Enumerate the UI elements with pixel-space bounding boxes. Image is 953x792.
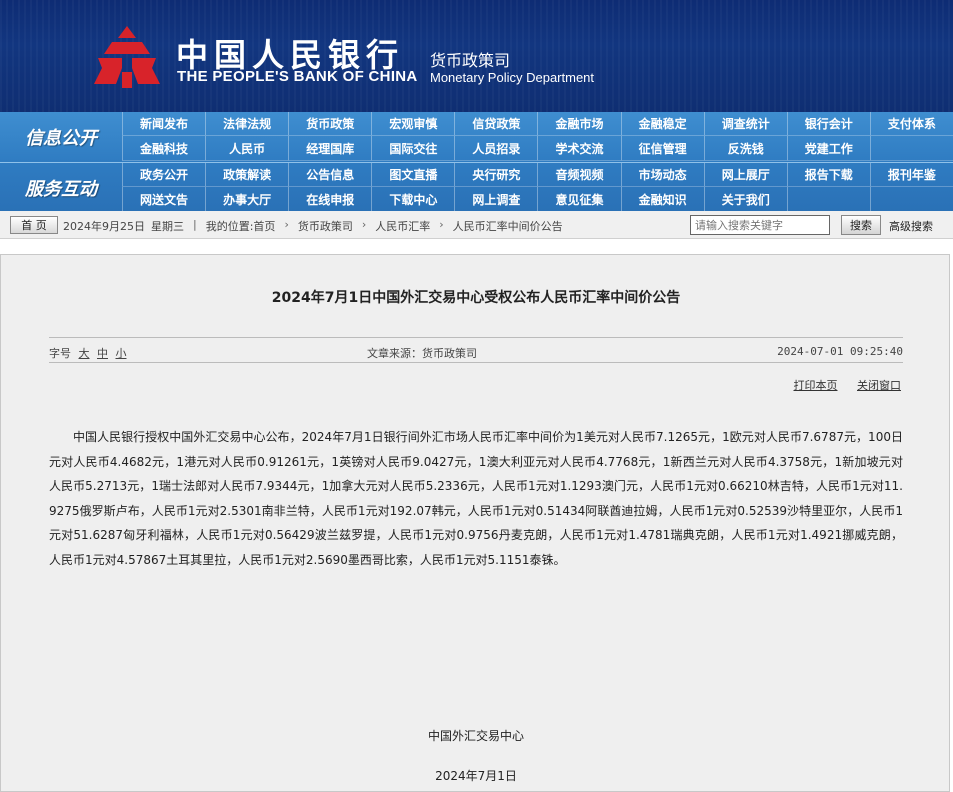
nav-service-item-9[interactable]: 报刊年鉴 xyxy=(869,163,953,187)
nav-service-title: 服务互动 xyxy=(25,178,97,200)
nav-info-item-15[interactable]: 学术交流 xyxy=(537,136,621,161)
nav-service-item-3[interactable]: 图文直播 xyxy=(371,163,455,187)
article-meta: 字号 大 中 小 文章来源：货币政策司 2024-07-01 09:25:40 xyxy=(49,337,903,363)
nav-service-item-5[interactable]: 音频视频 xyxy=(537,163,621,187)
nav-service-item-11[interactable]: 办事大厅 xyxy=(205,187,289,212)
close-window-link[interactable]: 关闭窗口 xyxy=(857,379,901,392)
nav-info-empty-cell xyxy=(869,136,953,161)
separator: | xyxy=(193,218,197,231)
nav-info-item-11[interactable]: 人民币 xyxy=(205,136,289,161)
nav-info-item-3[interactable]: 宏观审慎 xyxy=(371,112,455,136)
nav-info-item-10[interactable]: 金融科技 xyxy=(122,136,206,161)
breadcrumb-level2-link[interactable]: 人民币汇率 xyxy=(375,218,430,234)
nav-service-empty-cell xyxy=(786,187,870,212)
nav-info-item-2[interactable]: 货币政策 xyxy=(288,112,372,136)
breadcrumb-level3-link[interactable]: 人民币汇率中间价公告 xyxy=(453,218,563,234)
nav-info-item-9[interactable]: 支付体系 xyxy=(869,112,953,136)
font-size-control: 字号 大 中 小 xyxy=(49,345,127,361)
nav-info-item-14[interactable]: 人员招录 xyxy=(454,136,538,161)
home-button[interactable]: 首 页 xyxy=(10,216,58,234)
nav-service-item-1[interactable]: 政策解读 xyxy=(205,163,289,187)
advanced-search-link[interactable]: 高级搜索 xyxy=(889,218,933,234)
article-body: 中国人民银行授权中国外汇交易中心公布，2024年7月1日银行间外汇市场人民币汇率… xyxy=(49,430,903,567)
article-source: 文章来源：货币政策司 xyxy=(367,347,477,360)
nav-service-grid: 政务公开 政策解读 公告信息 图文直播 央行研究 音频视频 市场动态 网上展厅 报告下载 报刊年鉴… xyxy=(122,163,953,212)
nav-service-item-4[interactable]: 央行研究 xyxy=(454,163,538,187)
nav-service-group: 服务互动 政务公开 政策解读 公告信息 图文直播 央行研究 音频视频 市场动态 网上展厅 报告下… xyxy=(0,162,953,212)
nav-service-item-6[interactable]: 市场动态 xyxy=(620,163,704,187)
nav-service-item-7[interactable]: 网上展厅 xyxy=(703,163,787,187)
nav-info-item-13[interactable]: 国际交往 xyxy=(371,136,455,161)
nav-service-item-14[interactable]: 网上调查 xyxy=(454,187,538,212)
nav-info-grid: 新闻发布 法律法规 货币政策 宏观审慎 信贷政策 金融市场 金融稳定 调查统计 银行会计 支付体系… xyxy=(122,112,953,161)
signature-org: 中国外汇交易中心 xyxy=(427,729,524,743)
nav-service-item-2[interactable]: 公告信息 xyxy=(288,163,372,187)
nav-service-empty-cell xyxy=(869,187,953,212)
nav-info-item-12[interactable]: 经理国库 xyxy=(288,136,372,161)
nav-service-item-17[interactable]: 关于我们 xyxy=(703,187,787,212)
font-size-small-link[interactable]: 小 xyxy=(116,347,127,360)
nav-info-item-0[interactable]: 新闻发布 xyxy=(122,112,206,136)
nav-info-item-6[interactable]: 金融稳定 xyxy=(620,112,704,136)
article-title: 2024年7月1日中国外汇交易中心受权公布人民币汇率中间价公告 xyxy=(271,290,681,306)
pboc-logo-icon[interactable] xyxy=(92,24,162,90)
nav-info-item-4[interactable]: 信贷政策 xyxy=(454,112,538,136)
dept-name-en: Monetary Policy Department xyxy=(430,70,595,85)
nav-info-item-8[interactable]: 银行会计 xyxy=(786,112,870,136)
breadcrumb-home-link[interactable]: 我的位置:首页 xyxy=(206,218,276,234)
publish-time: 2024-07-01 09:25:40 xyxy=(777,345,903,358)
nav-info-item-18[interactable]: 党建工作 xyxy=(786,136,870,161)
current-date: 2024年9月25日 xyxy=(63,220,145,233)
search-button[interactable]: 搜索 xyxy=(841,215,881,235)
nav-service-item-8[interactable]: 报告下载 xyxy=(786,163,870,187)
chevron-right-icon: › xyxy=(361,218,367,231)
nav-info-title: 信息公开 xyxy=(25,127,97,149)
breadcrumb: 2024年9月25日 星期三 | 我的位置:首页 › 货币政策司 › 人民币汇率… xyxy=(63,218,563,234)
nav-info-item-7[interactable]: 调查统计 xyxy=(703,112,787,136)
signature-date: 2024年7月1日 xyxy=(435,769,517,783)
breadcrumb-bar: 首 页 2024年9月25日 星期三 | 我的位置:首页 › 货币政策司 › 人… xyxy=(0,211,953,239)
site-header: 中国人民银行 THE PEOPLE'S BANK OF CHINA 货币政策司 … xyxy=(0,0,953,112)
nav-service-item-0[interactable]: 政务公开 xyxy=(122,163,206,187)
bank-name-en[interactable]: THE PEOPLE'S BANK OF CHINA xyxy=(177,68,418,85)
nav-service-item-15[interactable]: 意见征集 xyxy=(537,187,621,212)
chevron-right-icon: › xyxy=(284,218,289,231)
font-size-large-link[interactable]: 大 xyxy=(79,347,90,360)
nav-service-item-10[interactable]: 网送文告 xyxy=(122,187,206,212)
article-actions: 打印本页 关闭窗口 xyxy=(778,377,902,393)
font-size-label: 字号 xyxy=(49,347,71,360)
article-panel: 2024年7月1日中国外汇交易中心受权公布人民币汇率中间价公告 字号 大 中 小… xyxy=(0,254,950,792)
nav-service-item-12[interactable]: 在线申报 xyxy=(288,187,372,212)
nav-info-item-1[interactable]: 法律法规 xyxy=(205,112,289,136)
nav-info-group: 信息公开 新闻发布 法律法规 货币政策 宏观审慎 信贷政策 金融市场 金融稳定 调查统计 银行会… xyxy=(0,112,953,161)
current-weekday: 星期三 xyxy=(151,220,184,233)
main-nav: 信息公开 新闻发布 法律法规 货币政策 宏观审慎 信贷政策 金融市场 金融稳定 调查统计 银行会… xyxy=(0,112,953,212)
breadcrumb-level1-link[interactable]: 货币政策司 xyxy=(298,218,353,234)
nav-info-item-16[interactable]: 征信管理 xyxy=(620,136,704,161)
nav-info-item-17[interactable]: 反洗钱 xyxy=(703,136,787,161)
nav-service-item-16[interactable]: 金融知识 xyxy=(620,187,704,212)
chevron-right-icon: › xyxy=(439,218,444,231)
dept-name-cn: 货币政策司 xyxy=(430,51,511,70)
nav-info-item-5[interactable]: 金融市场 xyxy=(537,112,621,136)
search-input[interactable] xyxy=(690,215,830,235)
nav-service-item-13[interactable]: 下载中心 xyxy=(371,187,455,212)
print-page-link[interactable]: 打印本页 xyxy=(794,379,838,392)
font-size-medium-link[interactable]: 中 xyxy=(97,347,108,360)
